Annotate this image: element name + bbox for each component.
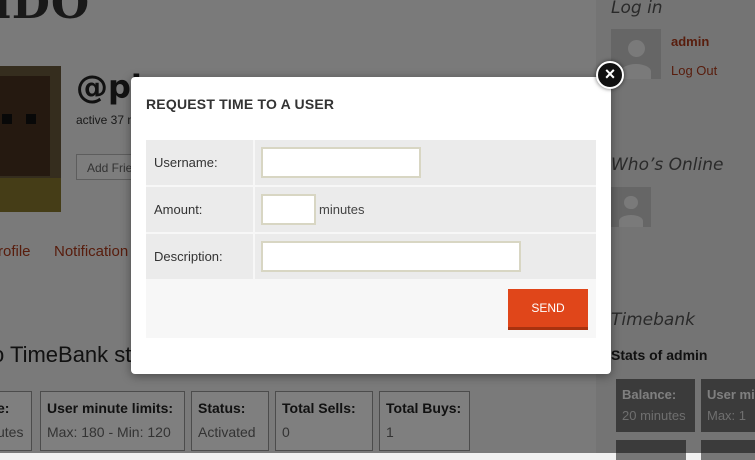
send-button[interactable]: SEND: [508, 289, 588, 330]
form-row-username: Username:: [146, 140, 596, 185]
request-time-modal: REQUEST TIME TO A USER Username: Amount:…: [131, 77, 611, 374]
form-row-description: Description:: [146, 234, 596, 279]
description-label: Description:: [146, 234, 253, 279]
amount-unit: minutes: [319, 202, 365, 217]
description-input[interactable]: [261, 241, 521, 272]
modal-title: REQUEST TIME TO A USER: [146, 96, 335, 112]
amount-label: Amount:: [146, 187, 253, 232]
username-input[interactable]: [261, 147, 421, 178]
username-label: Username:: [146, 140, 253, 185]
amount-input[interactable]: [261, 194, 316, 225]
form-row-amount: Amount: minutes: [146, 187, 596, 232]
close-icon[interactable]: ×: [596, 61, 624, 89]
